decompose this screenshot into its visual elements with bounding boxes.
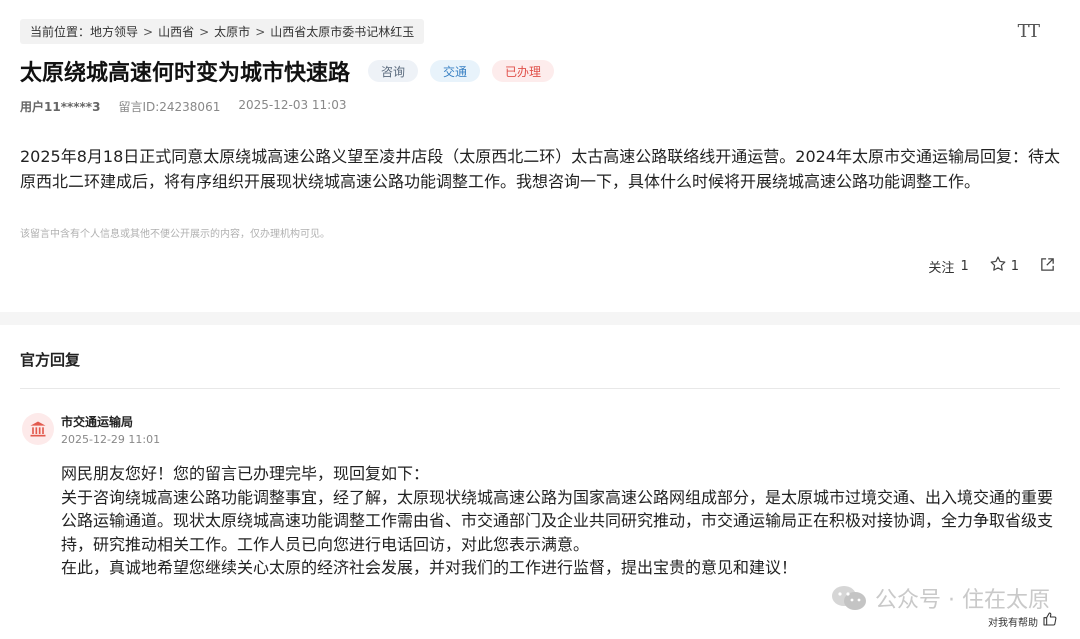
post-actions: 关注 1 1 [928, 255, 1060, 277]
post-title: 太原绕城高速何时变为城市快速路 [20, 61, 351, 86]
font-size-icon[interactable]: TT [1018, 21, 1040, 42]
watermark-text: 公众号 · 住在太原 [875, 588, 1050, 613]
breadcrumb: 当前位置： 地方领导 > 山西省 > 太原市 > 山西省太原市委书记林红玉 [20, 19, 425, 44]
watermark: 公众号 · 住在太原 [829, 582, 1050, 614]
breadcrumb-separator: > [143, 24, 154, 39]
post-meta: 用户11*****3 留言ID:24238061 2025-12-03 11:0… [20, 98, 346, 115]
breadcrumb-item-taiyuan[interactable]: 太原市 [214, 23, 250, 40]
star-button[interactable]: 1 [989, 255, 1019, 277]
breadcrumb-item-shanxi[interactable]: 山西省 [158, 23, 194, 40]
privacy-note: 该留言中含有个人信息或其他不便公开展示的内容，仅办理机构可见。 [20, 229, 330, 240]
helpful-button[interactable]: 对我有帮助 [988, 611, 1058, 631]
follow-label: 关注 [928, 260, 955, 276]
follow-button[interactable]: 关注 1 [928, 257, 968, 276]
wechat-icon [832, 586, 867, 610]
reply-paragraph: 网民朋友您好！您的留言已办理完毕，现回复如下： [61, 464, 430, 483]
star-icon [989, 255, 1007, 277]
thumbs-up-icon [1042, 611, 1058, 631]
reply-paragraph: 在此，真诚地希望您继续关心太原的经济社会发展，并对我们的工作进行监督，提出宝贵的… [61, 558, 798, 577]
section-divider-bar [0, 312, 1080, 325]
breadcrumb-prefix: 当前位置： [30, 25, 91, 39]
reply-body: 网民朋友您好！您的留言已办理完毕，现回复如下： 关于咨询绕城高速公路功能调整事宜… [61, 462, 1066, 580]
status-badge: 已办理 [492, 60, 555, 82]
post-user: 用户11*****3 [20, 100, 101, 114]
breadcrumb-separator: > [255, 24, 266, 39]
reply-time: 2025-12-29 11:01 [61, 433, 161, 446]
star-count: 1 [1010, 258, 1019, 274]
divider [20, 388, 1060, 389]
org-name: 市交通运输局 [61, 415, 134, 429]
post-content: 2025年8月18日正式同意太原绕城高速公路义望至凌井店段（太原西北二环）太古高… [20, 147, 1060, 191]
breadcrumb-item-local-leaders[interactable]: 地方领导 [90, 23, 138, 40]
breadcrumb-separator: > [199, 24, 210, 39]
breadcrumb-item-secretary[interactable]: 山西省太原市委书记林红玉 [270, 23, 414, 40]
reply-paragraph: 关于咨询绕城高速公路功能调整事宜，经了解，太原现状绕城高速公路为国家高速公路网组… [61, 487, 1054, 554]
share-icon [1039, 256, 1056, 277]
helpful-label: 对我有帮助 [988, 617, 1038, 629]
government-building-icon [30, 421, 46, 437]
message-id: 留言ID:24238061 [118, 100, 221, 114]
follow-count: 1 [960, 258, 969, 274]
tag-traffic: 交通 [430, 60, 481, 82]
share-button[interactable] [1039, 256, 1060, 277]
avatar [22, 413, 54, 445]
post-date: 2025-12-03 11:03 [238, 98, 347, 112]
title-row: 太原绕城高速何时变为城市快速路 咨询 交通 已办理 [20, 55, 555, 87]
official-reply-title: 官方回复 [20, 351, 81, 369]
tag-consult: 咨询 [368, 60, 419, 82]
